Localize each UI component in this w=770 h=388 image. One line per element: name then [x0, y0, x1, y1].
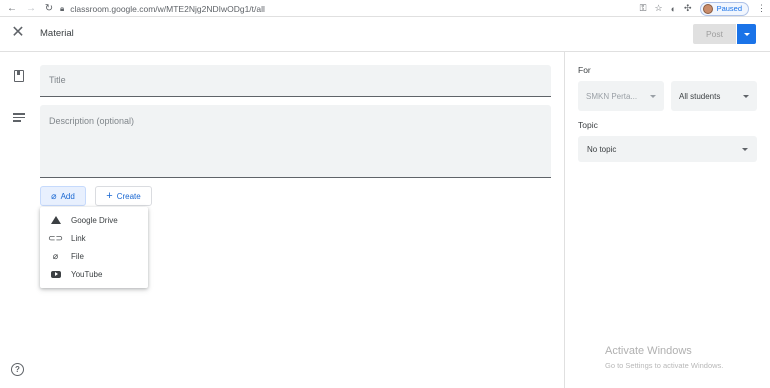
- activate-windows-title: Activate Windows: [605, 345, 692, 357]
- paperclip-icon: ⌀: [51, 190, 57, 201]
- reload-icon[interactable]: ↻: [42, 1, 56, 15]
- add-menu: Google Drive ⊂⊃ Link ⌀ File YouTube: [40, 207, 148, 288]
- material-icon: [14, 70, 24, 82]
- for-label: For: [578, 65, 591, 75]
- chevron-down-icon: [742, 147, 748, 151]
- notes-icon: [13, 113, 25, 122]
- post-button[interactable]: Post: [693, 24, 736, 44]
- side-panel: For SMKN Perta... All students Topic No …: [565, 52, 770, 388]
- page-title: Material: [40, 28, 74, 39]
- class-select[interactable]: SMKN Perta...: [578, 81, 664, 111]
- students-select-value: All students: [679, 91, 721, 101]
- chevron-down-icon: [743, 94, 749, 98]
- back-arrow-icon[interactable]: ←: [5, 1, 19, 15]
- key-icon[interactable]: ⚿: [640, 3, 647, 14]
- chevron-down-icon: [743, 32, 750, 36]
- puzzle-icon[interactable]: ✣: [684, 3, 692, 14]
- post-dropdown-button[interactable]: [737, 24, 756, 44]
- students-select[interactable]: All students: [671, 81, 757, 111]
- menu-item-label: YouTube: [71, 269, 103, 279]
- main-panel: Title Description (optional) ⌀ Add + Cre…: [0, 52, 564, 388]
- plus-icon: +: [106, 190, 113, 202]
- topic-select[interactable]: No topic: [578, 136, 757, 162]
- add-button-label: Add: [60, 191, 75, 201]
- app-header: ✕ Material Post: [0, 17, 770, 52]
- forward-arrow-icon[interactable]: →: [24, 1, 38, 15]
- topic-select-value: No topic: [587, 144, 617, 154]
- description-input[interactable]: Description (optional): [40, 105, 551, 178]
- create-button[interactable]: + Create: [95, 186, 152, 206]
- help-icon[interactable]: ?: [11, 363, 24, 376]
- link-icon: ⊂⊃: [47, 232, 64, 243]
- menu-item-label: Link: [71, 233, 86, 243]
- profile-button[interactable]: Paused: [699, 1, 749, 16]
- profile-status: Paused: [716, 4, 742, 13]
- class-select-value: SMKN Perta...: [586, 91, 638, 101]
- activate-windows-subtitle: Go to Settings to activate Windows.: [605, 361, 724, 370]
- address-bar[interactable]: 🔒︎ classroom.google.com/w/MTE2Njg2NDIwOD…: [60, 1, 658, 16]
- google-drive-icon: [40, 216, 71, 224]
- browser-actions: ⚿ ☆ ◐ ✣ Paused ⋮: [640, 0, 766, 17]
- youtube-icon: [40, 270, 71, 278]
- topic-label: Topic: [578, 120, 598, 130]
- extension-circle-icon[interactable]: ◐: [671, 4, 676, 14]
- avatar: [702, 3, 713, 14]
- menu-item-file[interactable]: ⌀ File: [40, 247, 148, 265]
- title-input[interactable]: Title: [40, 65, 551, 97]
- menu-item-youtube[interactable]: YouTube: [40, 265, 148, 283]
- menu-item-link[interactable]: ⊂⊃ Link: [40, 229, 148, 247]
- menu-item-label: File: [71, 251, 84, 261]
- close-icon[interactable]: ✕: [11, 25, 25, 41]
- create-button-label: Create: [116, 191, 141, 201]
- add-button[interactable]: ⌀ Add: [40, 186, 86, 206]
- menu-item-label: Google Drive: [71, 215, 118, 225]
- star-icon[interactable]: ☆: [655, 3, 663, 14]
- paperclip-icon: ⌀: [52, 250, 59, 261]
- lock-icon: 🔒︎: [60, 3, 65, 13]
- url-text: classroom.google.com/w/MTE2Njg2NDIwODg1/…: [70, 3, 265, 14]
- kebab-menu-icon[interactable]: ⋮: [757, 3, 766, 14]
- chevron-down-icon: [650, 94, 656, 98]
- browser-toolbar: ← → ↻ 🔒︎ classroom.google.com/w/MTE2Njg2…: [0, 0, 770, 17]
- menu-item-google-drive[interactable]: Google Drive: [40, 211, 148, 229]
